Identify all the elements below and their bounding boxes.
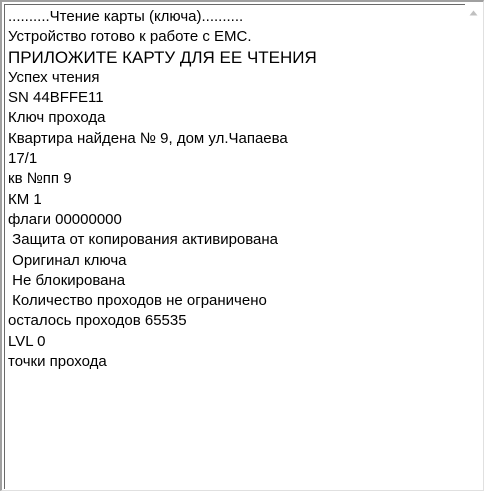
log-line: ПРИЛОЖИТЕ КАРТУ ДЛЯ ЕЕ ЧТЕНИЯ	[8, 47, 317, 67]
log-textbox[interactable]: ..........Чтение карты (ключа)..........…	[0, 0, 484, 491]
log-line: Количество проходов не ограничено	[8, 292, 267, 310]
log-line: кв №пп 9	[8, 170, 72, 188]
vertical-scrollbar[interactable]	[465, 4, 482, 489]
log-lines: ..........Чтение карты (ключа)..........…	[8, 7, 463, 372]
log-line: SN 44BFFE11	[8, 89, 104, 107]
log-line: Не блокирована	[8, 271, 126, 289]
scroll-up-button[interactable]	[465, 4, 482, 21]
log-line: ..........Чтение карты (ключа)..........	[8, 8, 244, 25]
log-line: Ключ прохода	[8, 109, 106, 127]
log-line: КМ 1	[8, 190, 42, 208]
log-line: Успех чтения	[8, 68, 100, 86]
triangle-up-icon	[469, 10, 478, 15]
log-line: 17/1	[8, 150, 38, 168]
log-line: LVL 0	[8, 332, 46, 350]
log-line: Квартира найдена № 9, дом ул.Чапаева	[8, 129, 288, 147]
log-line: точки прохода	[8, 353, 107, 371]
log-line: Защита от копирования активирована	[8, 231, 279, 249]
log-line: Оригинал ключа	[8, 251, 127, 269]
log-line: флаги 00000000	[8, 210, 122, 228]
log-line: Устройство готово к работе с ЕМС.	[8, 28, 252, 46]
log-line: осталось проходов 65535	[8, 312, 187, 330]
